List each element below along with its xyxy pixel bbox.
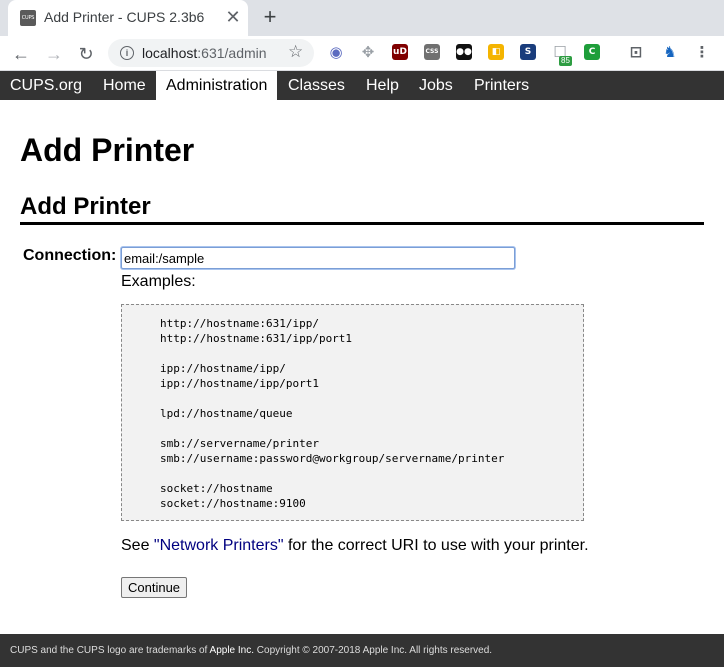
- address-bar[interactable]: i localhost:631/admin ☆: [108, 39, 314, 67]
- examples-box: http://hostname:631/ipp/ http://hostname…: [121, 304, 584, 521]
- footer-text: CUPS and the CUPS logo are trademarks of…: [10, 645, 492, 656]
- nav-home[interactable]: Home: [93, 71, 156, 100]
- url-path: :631/admin: [197, 45, 267, 61]
- new-tab-icon[interactable]: +: [258, 5, 282, 29]
- page-title: Add Printer: [20, 132, 195, 168]
- footer-suffix: Copyright © 2007-2018 Apple Inc. All rig…: [254, 645, 493, 656]
- network-printers-hint: See "Network Printers" for the correct U…: [121, 537, 589, 555]
- footer: CUPS and the CUPS logo are trademarks of…: [0, 634, 724, 667]
- tab-strip: CUPS Add Printer - CUPS 2.3b6 ✕ +: [0, 0, 724, 36]
- cups-nav-bar: CUPS.org Home Administration Classes Hel…: [0, 71, 724, 100]
- move-extension-icon[interactable]: ✥: [360, 44, 376, 60]
- tab-close-icon[interactable]: ✕: [224, 8, 242, 26]
- globe-extension-icon[interactable]: ◉: [328, 44, 344, 60]
- connection-label: Connection:: [23, 247, 117, 264]
- nav-printers[interactable]: Printers: [464, 71, 539, 100]
- cast-icon[interactable]: ⊡: [628, 44, 644, 60]
- tab-title: Add Printer - CUPS 2.3b6: [44, 9, 205, 25]
- footer-prefix: CUPS and the CUPS logo are trademarks of: [10, 645, 210, 656]
- nav-cups-org[interactable]: CUPS.org: [0, 71, 92, 100]
- url-host: localhost: [142, 45, 198, 61]
- url-text[interactable]: localhost:631/admin: [142, 45, 267, 61]
- footer-apple-link[interactable]: Apple Inc.: [210, 645, 254, 656]
- cups-favicon-icon: CUPS: [20, 10, 36, 26]
- section-title: Add Printer: [20, 193, 151, 220]
- menu-icon[interactable]: ⋮: [694, 44, 710, 60]
- green-extension-icon[interactable]: C: [584, 44, 600, 60]
- section-divider: [20, 222, 704, 225]
- connection-input[interactable]: [121, 247, 515, 269]
- browser-tab[interactable]: CUPS Add Printer - CUPS 2.3b6 ✕: [8, 0, 248, 36]
- color-extension-icon[interactable]: ◧: [488, 44, 504, 60]
- hint-suffix: for the correct URI to use with your pri…: [283, 537, 589, 554]
- s-extension-icon[interactable]: S: [520, 44, 536, 60]
- bookmark-star-icon[interactable]: ☆: [288, 42, 303, 62]
- back-icon[interactable]: ←: [9, 42, 33, 66]
- nav-help[interactable]: Help: [356, 71, 409, 100]
- extension-badge: 85: [559, 56, 572, 66]
- hint-prefix: See: [121, 537, 154, 554]
- nav-jobs[interactable]: Jobs: [409, 71, 463, 100]
- nav-administration[interactable]: Administration: [156, 71, 278, 100]
- continue-button[interactable]: Continue: [121, 577, 188, 598]
- profile-extension-icon[interactable]: ♞: [662, 44, 678, 60]
- browser-toolbar: ← → ↻ i localhost:631/admin ☆ ◉ ✥ uD CSS ●● ◧…: [0, 36, 724, 71]
- examples-label: Examples:: [121, 273, 196, 290]
- examples-list: http://hostname:631/ipp/ http://hostname…: [160, 317, 505, 510]
- css-extension-icon[interactable]: CSS: [424, 44, 440, 60]
- network-printers-link[interactable]: "Network Printers": [154, 537, 284, 554]
- reload-icon[interactable]: ↻: [74, 42, 98, 66]
- nav-classes[interactable]: Classes: [278, 71, 355, 100]
- forward-icon[interactable]: →: [42, 42, 66, 66]
- tabs-extension-icon[interactable]: ●●: [456, 44, 472, 60]
- site-info-icon[interactable]: i: [120, 46, 134, 60]
- ublock-extension-icon[interactable]: uD: [392, 44, 408, 60]
